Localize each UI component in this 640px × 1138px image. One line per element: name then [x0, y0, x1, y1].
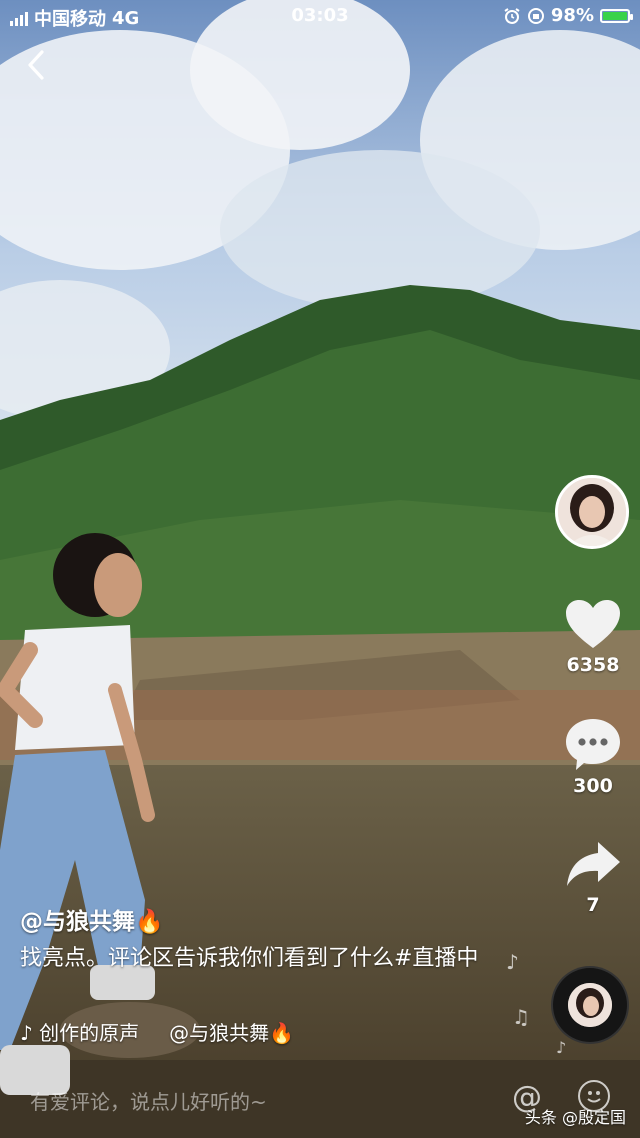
- music-author: @与狼共舞🔥: [169, 1021, 295, 1045]
- like-count: 6358: [566, 654, 620, 676]
- battery-fill: [603, 11, 627, 20]
- tiktok-note-icon: ♪: [20, 1021, 33, 1045]
- status-bar: 中国移动 4G 03:03 98%: [0, 0, 640, 32]
- comment-input[interactable]: 有爱评论，说点儿好听的~: [30, 1086, 267, 1115]
- back-icon[interactable]: [22, 48, 52, 82]
- share-button[interactable]: 7: [553, 840, 633, 916]
- orientation-lock-icon: [527, 7, 544, 24]
- comment-count: 300: [573, 775, 613, 797]
- watermark: 头条 @殷定国: [524, 1108, 626, 1127]
- comment-icon: [566, 719, 620, 770]
- music-title-group: ♪ 创作的原声: [20, 1017, 139, 1046]
- author-avatar[interactable]: [555, 475, 629, 549]
- battery-percent: 98%: [550, 5, 594, 26]
- share-icon: [567, 842, 620, 886]
- music-info[interactable]: ♪ 创作的原声 @与狼共舞🔥: [20, 1017, 294, 1046]
- music-title: 创作的原声: [39, 1021, 140, 1045]
- battery-icon: [600, 8, 633, 23]
- music-note-icon: ♪: [556, 1038, 567, 1057]
- post-description: 找亮点。评论区告诉我你们看到了什么#直播中: [20, 946, 479, 971]
- disc-cover-image: [568, 983, 612, 1027]
- share-count: 7: [586, 894, 600, 916]
- music-note-icon: ♫: [512, 1005, 530, 1029]
- music-disc[interactable]: [553, 968, 627, 1042]
- music-note-icon: ♪: [506, 950, 519, 974]
- like-button[interactable]: 6358: [553, 598, 633, 676]
- alarm-icon: [504, 7, 520, 24]
- heart-icon: [566, 600, 620, 648]
- comment-button[interactable]: 300: [553, 717, 633, 797]
- username[interactable]: @与狼共舞🔥: [20, 902, 164, 936]
